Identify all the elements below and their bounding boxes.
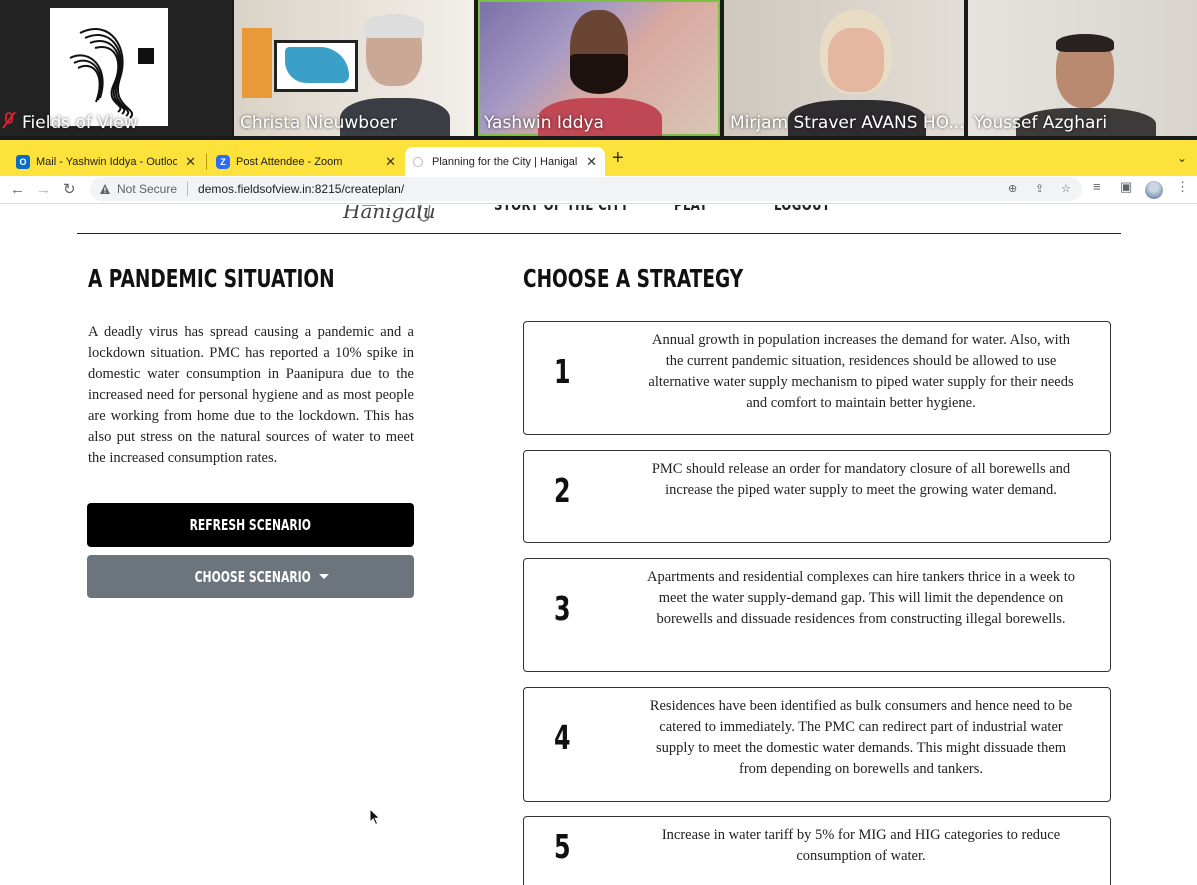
outlook-icon: O: [16, 154, 30, 169]
strategy-heading: CHOOSE A STRATEGY: [523, 264, 744, 293]
browser-tab-zoom[interactable]: Z Post Attendee - Zoom ✕: [208, 147, 404, 176]
strategy-option[interactable]: 2 PMC should release an order for mandat…: [523, 450, 1111, 543]
tab-title: Planning for the City | Hanigalu: [432, 155, 579, 168]
more-menu-icon[interactable]: ⋮: [1176, 179, 1189, 195]
profile-avatar[interactable]: [1145, 181, 1163, 199]
security-label: Not Secure: [117, 182, 178, 196]
strategy-number: 3: [554, 589, 571, 628]
strategy-text: Residences have been identified as bulk …: [649, 698, 1073, 777]
nav-play[interactable]: PLAY: [674, 205, 708, 214]
media-control-icon[interactable]: ≡: [1093, 179, 1101, 194]
side-panel-icon[interactable]: ▣: [1120, 179, 1132, 195]
wall-painting: [242, 28, 272, 98]
site-navigation: Hanigalu STORY OF THE CITY PLAY LOGOUT: [0, 205, 1197, 234]
mic-muted-icon: [2, 111, 16, 129]
divider: [187, 182, 189, 196]
caret-down-icon: [319, 574, 330, 579]
new-tab-button[interactable]: +: [612, 148, 624, 168]
participant-name: Yashwin Iddya: [484, 113, 604, 133]
tab-search-chevron-icon[interactable]: ⌄: [1177, 151, 1187, 165]
participant-name: Mirjam Straver AVANS HO...: [730, 113, 964, 133]
scenario-description: A deadly virus has spread causing a pand…: [88, 324, 414, 466]
choose-scenario-dropdown-button[interactable]: CHOOSE SCENARIO: [87, 555, 414, 598]
strategy-option[interactable]: 4 Residences have been identified as bul…: [523, 687, 1111, 802]
close-icon[interactable]: ✕: [185, 154, 196, 170]
url-text: demos.fieldsofview.in:8215/createplan/: [198, 182, 405, 196]
close-icon[interactable]: ✕: [586, 154, 597, 170]
address-bar[interactable]: Not Secure demos.fieldsofview.in:8215/cr…: [90, 177, 1082, 201]
wall-painting: [274, 40, 358, 92]
browser-tab-bar: O Mail - Yashwin Iddya - Outlook ✕ Z Pos…: [0, 140, 1197, 176]
participant-tile[interactable]: Fields of View: [0, 0, 232, 136]
warning-icon: [100, 184, 110, 194]
strategy-number: 1: [554, 352, 571, 391]
bookmark-star-icon[interactable]: ☆: [1061, 182, 1071, 195]
browser-tab-hanigalu[interactable]: Planning for the City | Hanigalu ✕: [405, 147, 605, 176]
nav-logout[interactable]: LOGOUT: [774, 205, 830, 214]
strategy-number: 2: [554, 471, 571, 510]
browser-tab-outlook[interactable]: O Mail - Yashwin Iddya - Outlook ✕: [8, 147, 204, 176]
participant-name: Christa Nieuwboer: [240, 113, 397, 133]
strategy-number: 5: [554, 827, 571, 866]
close-icon[interactable]: ✕: [385, 154, 396, 170]
nav-divider: [77, 233, 1121, 234]
site-logo-text[interactable]: Hanigalu: [343, 205, 436, 223]
tab-divider: [206, 154, 207, 170]
zoom-gallery: Fields of View Christa Nieuwboer Yashwin…: [0, 0, 1197, 140]
participant-tile[interactable]: Christa Nieuwboer: [234, 0, 474, 136]
reload-icon[interactable]: ↻: [63, 180, 76, 200]
strategy-option[interactable]: 5 Increase in water tariff by 5% for MIG…: [523, 816, 1111, 885]
strategy-text: Increase in water tariff by 5% for MIG a…: [661, 827, 1061, 864]
zoom-magnifier-icon[interactable]: ⊕: [1008, 182, 1017, 195]
fields-of-view-logo: [50, 8, 168, 126]
button-label: REFRESH SCENARIO: [189, 516, 312, 534]
site-icon: [413, 156, 423, 167]
nav-story-of-the-city[interactable]: STORY OF THE CITY: [494, 205, 629, 214]
participant-name: Youssef Azghari: [974, 113, 1108, 133]
tab-title: Mail - Yashwin Iddya - Outlook: [36, 155, 178, 168]
participant-tile[interactable]: Mirjam Straver AVANS HO...: [724, 0, 964, 136]
strategy-text: PMC should release an order for mandator…: [651, 461, 1071, 498]
participant-tile[interactable]: Youssef Azghari: [968, 0, 1197, 136]
zoom-icon: Z: [216, 154, 230, 169]
share-icon[interactable]: ⇪: [1035, 182, 1044, 195]
back-arrow-icon[interactable]: ←: [10, 180, 25, 200]
strategy-number: 4: [554, 718, 571, 757]
strategy-text: Apartments and residential complexes can…: [647, 569, 1075, 627]
strategy-option[interactable]: 3 Apartments and residential complexes c…: [523, 558, 1111, 672]
forward-arrow-icon[interactable]: →: [36, 180, 51, 200]
strategy-text: Annual growth in population increases th…: [648, 332, 1074, 411]
page-content: Hanigalu STORY OF THE CITY PLAY LOGOUT A…: [0, 205, 1197, 885]
button-label: CHOOSE SCENARIO: [194, 567, 311, 586]
strategy-option[interactable]: 1 Annual growth in population increases …: [523, 321, 1111, 435]
browser-toolbar: ← → ↻ Not Secure demos.fieldsofview.in:8…: [0, 176, 1197, 204]
tab-title: Post Attendee - Zoom: [236, 155, 343, 168]
scenario-heading: A PANDEMIC SITUATION: [88, 264, 335, 293]
participant-tile-active-speaker[interactable]: Yashwin Iddya: [478, 0, 720, 136]
participant-name: Fields of View: [22, 113, 138, 133]
refresh-scenario-button[interactable]: REFRESH SCENARIO: [87, 503, 414, 547]
mouse-pointer-icon: [369, 808, 381, 826]
